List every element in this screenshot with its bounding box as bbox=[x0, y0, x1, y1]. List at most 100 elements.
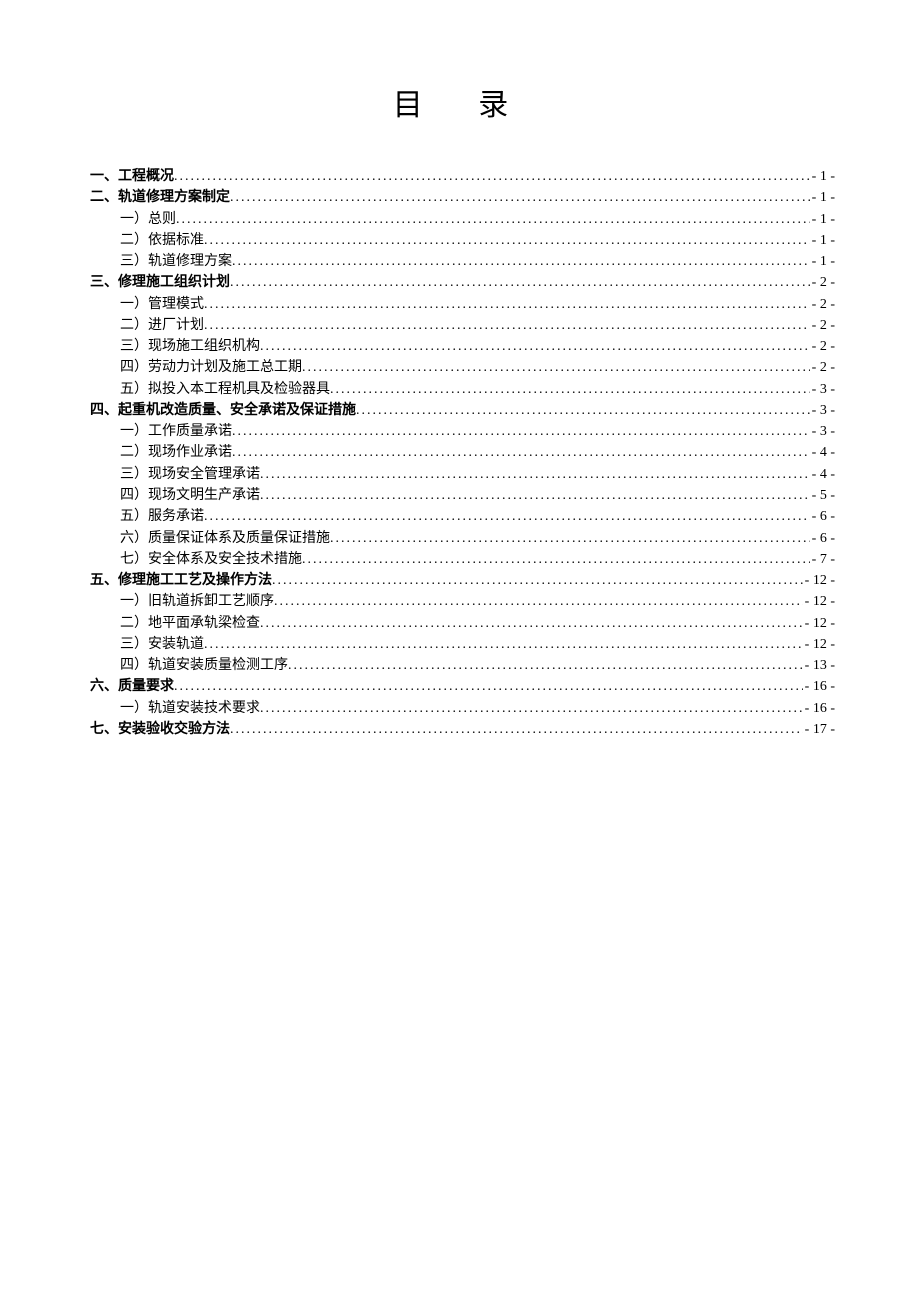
toc-entry-page: - 12 - bbox=[803, 613, 835, 634]
toc-entry[interactable]: 三）现场施工组织机构 - 2 - bbox=[90, 336, 835, 357]
toc-entry[interactable]: 七）安全体系及安全技术措施 - 7 - bbox=[90, 549, 835, 570]
toc-leader-dots bbox=[204, 506, 810, 520]
toc-leader-dots bbox=[260, 464, 810, 478]
toc-entry-label: 四）轨道安装质量检测工序 bbox=[90, 655, 288, 676]
toc-entry-label: 一）轨道安装技术要求 bbox=[90, 698, 260, 719]
toc-entry-page: - 3 - bbox=[810, 421, 835, 442]
toc-entry-page: - 2 - bbox=[810, 315, 835, 336]
toc-leader-dots bbox=[302, 549, 810, 563]
toc-entry-page: - 4 - bbox=[810, 464, 835, 485]
toc-entry[interactable]: 二）进厂计划 - 2 - bbox=[90, 315, 835, 336]
toc-entry-page: - 4 - bbox=[810, 442, 835, 463]
toc-entry-label: 二、轨道修理方案制定 bbox=[90, 187, 230, 208]
toc-entry-page: - 3 - bbox=[810, 400, 835, 421]
toc-entry[interactable]: 二）依据标准 - 1 - bbox=[90, 230, 835, 251]
toc-entry[interactable]: 四）现场文明生产承诺 - 5 - bbox=[90, 485, 835, 506]
toc-leader-dots bbox=[288, 655, 803, 669]
toc-entry-label: 一）管理模式 bbox=[90, 294, 204, 315]
toc-leader-dots bbox=[174, 166, 810, 180]
toc-entry[interactable]: 六、质量要求 - 16 - bbox=[90, 676, 835, 697]
toc-entry-page: - 2 - bbox=[810, 357, 835, 378]
toc-entry[interactable]: 一）旧轨道拆卸工艺顺序- 12 - bbox=[90, 591, 835, 612]
toc-entry[interactable]: 一）管理模式- 2 - bbox=[90, 294, 835, 315]
toc-entry-page: - 17 - bbox=[803, 719, 835, 740]
toc-entry-label: 四）现场文明生产承诺 bbox=[90, 485, 260, 506]
toc-entry-page: - 12 - bbox=[803, 570, 835, 591]
toc-leader-dots bbox=[230, 719, 803, 733]
toc-entry[interactable]: 二）地平面承轨梁检查 - 12 - bbox=[90, 613, 835, 634]
toc-leader-dots bbox=[204, 315, 810, 329]
toc-entry-label: 四）劳动力计划及施工总工期 bbox=[90, 357, 302, 378]
toc-entry-label: 三）安装轨道 bbox=[90, 634, 204, 655]
toc-entry[interactable]: 七、安装验收交验方法- 17 - bbox=[90, 719, 835, 740]
toc-entry[interactable]: 三、修理施工组织计划 - 2 - bbox=[90, 272, 835, 293]
toc-entry[interactable]: 五）拟投入本工程机具及检验器具 - 3 - bbox=[90, 379, 835, 400]
toc-leader-dots bbox=[204, 294, 810, 308]
toc-leader-dots bbox=[204, 634, 803, 648]
toc-entry-page: - 16 - bbox=[803, 698, 835, 719]
toc-entry[interactable]: 五）服务承诺- 6 - bbox=[90, 506, 835, 527]
toc-entry-label: 一）总则 bbox=[90, 209, 176, 230]
toc-entry[interactable]: 一、工程概况- 1 - bbox=[90, 166, 835, 187]
toc-entry[interactable]: 六）质量保证体系及质量保证措施 - 6 - bbox=[90, 528, 835, 549]
toc-entry-label: 三）轨道修理方案 bbox=[90, 251, 232, 272]
toc-title: 目 录 bbox=[90, 80, 835, 124]
toc-leader-dots bbox=[230, 272, 810, 286]
toc-leader-dots bbox=[232, 251, 810, 265]
toc-entry-page: - 2 - bbox=[810, 272, 835, 293]
toc-entry[interactable]: 三）现场安全管理承诺 - 4 - bbox=[90, 464, 835, 485]
toc-entry-label: 一）工作质量承诺 bbox=[90, 421, 232, 442]
toc-leader-dots bbox=[176, 209, 810, 223]
toc-entry-label: 三）现场施工组织机构 bbox=[90, 336, 260, 357]
toc-entry-label: 二）地平面承轨梁检查 bbox=[90, 613, 260, 634]
document-page: 目 录 一、工程概况- 1 -二、轨道修理方案制定- 1 -一）总则- 1 -二… bbox=[0, 0, 920, 740]
toc-entry-label: 六）质量保证体系及质量保证措施 bbox=[90, 528, 330, 549]
toc-entry[interactable]: 一）轨道安装技术要求 - 16 - bbox=[90, 698, 835, 719]
toc-entry-page: - 2 - bbox=[810, 336, 835, 357]
toc-leader-dots bbox=[174, 676, 803, 690]
toc-entry-label: 三、修理施工组织计划 bbox=[90, 272, 230, 293]
toc-leader-dots bbox=[230, 187, 810, 201]
toc-entry-label: 四、起重机改造质量、安全承诺及保证措施 bbox=[90, 400, 356, 421]
toc-entry-page: - 1 - bbox=[810, 166, 835, 187]
toc-entry-label: 二）现场作业承诺 bbox=[90, 442, 232, 463]
toc-leader-dots bbox=[260, 698, 803, 712]
toc-entry-label: 五）服务承诺 bbox=[90, 506, 204, 527]
toc-entry-page: - 1 - bbox=[810, 251, 835, 272]
toc-entry[interactable]: 一）总则 - 1 - bbox=[90, 209, 835, 230]
toc-entry-page: - 1 - bbox=[810, 230, 835, 251]
toc-leader-dots bbox=[330, 528, 810, 542]
toc-leader-dots bbox=[356, 400, 810, 414]
toc-entry[interactable]: 二、轨道修理方案制定- 1 - bbox=[90, 187, 835, 208]
toc-entry-label: 二）依据标准 bbox=[90, 230, 204, 251]
toc-entry[interactable]: 三）安装轨道 - 12 - bbox=[90, 634, 835, 655]
toc-entry-label: 三）现场安全管理承诺 bbox=[90, 464, 260, 485]
toc-entry-page: - 6 - bbox=[810, 528, 835, 549]
toc-leader-dots bbox=[232, 442, 810, 456]
toc-entry-label: 六、质量要求 bbox=[90, 676, 174, 697]
toc-leader-dots bbox=[272, 570, 803, 584]
toc-entry[interactable]: 二）现场作业承诺 - 4 - bbox=[90, 442, 835, 463]
toc-entry[interactable]: 四、起重机改造质量、安全承诺及保证措施 - 3 - bbox=[90, 400, 835, 421]
toc-entry-page: - 1 - bbox=[810, 209, 835, 230]
toc-leader-dots bbox=[260, 485, 810, 499]
toc-entry-label: 五）拟投入本工程机具及检验器具 bbox=[90, 379, 330, 400]
toc-entry-page: - 16 - bbox=[803, 676, 835, 697]
toc-entry[interactable]: 五、修理施工工艺及操作方法- 12 - bbox=[90, 570, 835, 591]
toc-leader-dots bbox=[204, 230, 810, 244]
toc-entry-page: - 12 - bbox=[803, 634, 835, 655]
toc-entry-label: 一）旧轨道拆卸工艺顺序 bbox=[90, 591, 274, 612]
toc-entry[interactable]: 四）劳动力计划及施工总工期 - 2 - bbox=[90, 357, 835, 378]
toc-entry-page: - 7 - bbox=[810, 549, 835, 570]
toc-leader-dots bbox=[302, 357, 810, 371]
toc-entry[interactable]: 四）轨道安装质量检测工序- 13 - bbox=[90, 655, 835, 676]
toc-entry[interactable]: 一）工作质量承诺 - 3 - bbox=[90, 421, 835, 442]
toc-entry[interactable]: 三）轨道修理方案 - 1 - bbox=[90, 251, 835, 272]
toc-leader-dots bbox=[330, 379, 810, 393]
toc-entry-label: 七）安全体系及安全技术措施 bbox=[90, 549, 302, 570]
toc-entry-page: - 3 - bbox=[810, 379, 835, 400]
toc-entry-label: 二）进厂计划 bbox=[90, 315, 204, 336]
toc-leader-dots bbox=[260, 613, 803, 627]
toc-list: 一、工程概况- 1 -二、轨道修理方案制定- 1 -一）总则- 1 -二）依据标… bbox=[90, 166, 835, 740]
toc-entry-page: - 5 - bbox=[810, 485, 835, 506]
